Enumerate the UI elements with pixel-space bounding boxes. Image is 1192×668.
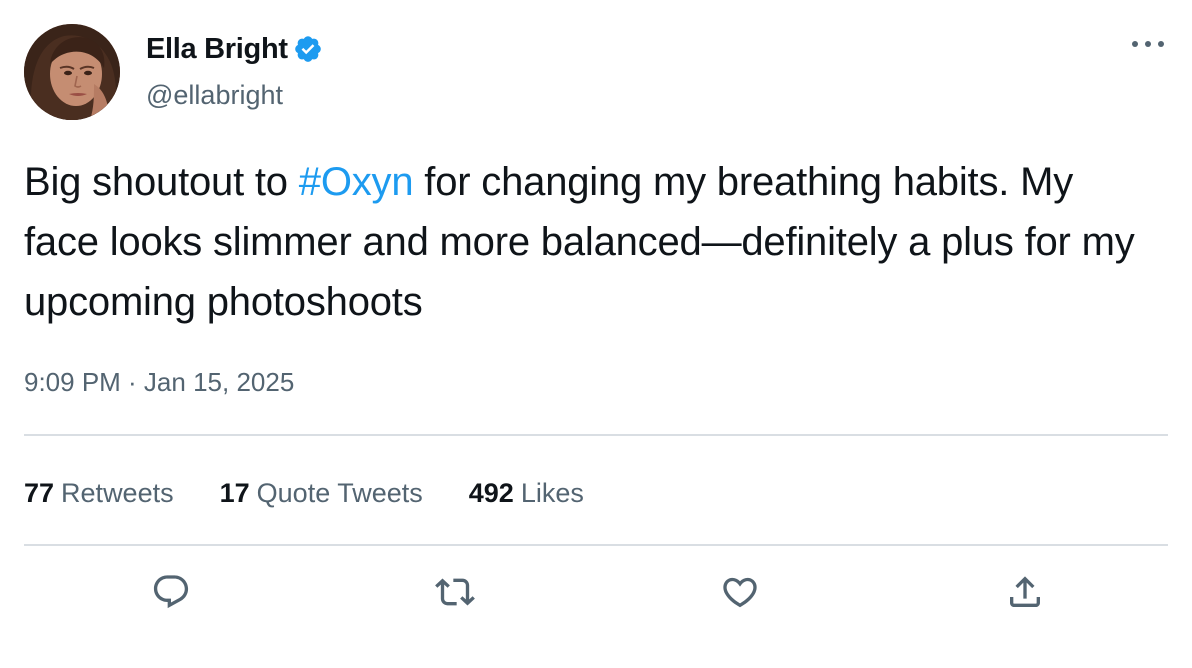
- tweet-timestamp[interactable]: 9:09 PM · Jan 15, 2025: [24, 364, 294, 400]
- author-display-name[interactable]: Ella Bright: [146, 31, 323, 67]
- avatar-photo: [24, 24, 120, 120]
- share-button[interactable]: [1001, 570, 1049, 618]
- quote-tweets-count: 17: [219, 478, 250, 508]
- retweet-button[interactable]: [431, 570, 479, 618]
- like-button[interactable]: [716, 570, 764, 618]
- avatar[interactable]: [24, 24, 120, 120]
- share-icon: [1005, 572, 1045, 617]
- verified-badge-icon: [293, 34, 323, 64]
- tweet-text: Big shoutout to #Oxyn for changing my br…: [24, 152, 1154, 332]
- more-options-icon[interactable]: [1128, 30, 1168, 58]
- retweets-stat[interactable]: 77 Retweets: [24, 474, 174, 512]
- quote-tweets-stat[interactable]: 17 Quote Tweets: [220, 474, 423, 512]
- divider-top: [24, 434, 1168, 436]
- retweets-label: Retweets: [61, 478, 174, 508]
- author-name-text[interactable]: Ella Bright: [146, 31, 288, 67]
- author-handle[interactable]: @ellabright: [146, 78, 283, 112]
- tweet-text-start: Big shoutout to: [24, 160, 299, 204]
- reply-icon: [151, 572, 191, 617]
- action-bar: [0, 570, 1192, 618]
- likes-label: Likes: [520, 478, 584, 508]
- retweets-count: 77: [24, 478, 55, 508]
- engagement-stats: 77 Retweets 17 Quote Tweets 492 Likes: [24, 474, 630, 512]
- likes-stat[interactable]: 492 Likes: [469, 474, 584, 512]
- retweet-icon: [435, 572, 475, 617]
- like-icon: [720, 572, 760, 617]
- quote-tweets-label: Quote Tweets: [256, 478, 423, 508]
- hashtag-link[interactable]: #Oxyn: [299, 160, 414, 204]
- tweet-card: Ella Bright @ellabright Big shoutout to …: [0, 0, 1192, 668]
- likes-count: 492: [468, 478, 514, 508]
- reply-button[interactable]: [147, 570, 195, 618]
- divider-bottom: [24, 544, 1168, 546]
